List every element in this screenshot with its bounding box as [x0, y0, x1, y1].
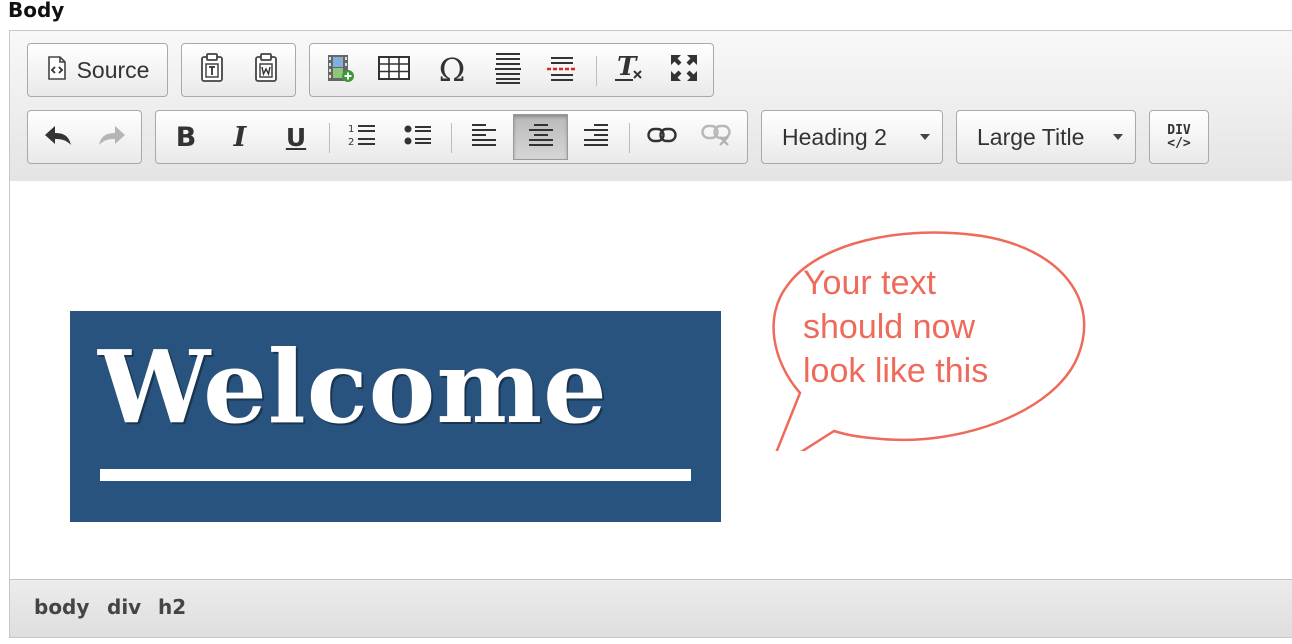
- editor-content-area[interactable]: Welcome Your text should now look like t…: [10, 181, 1292, 581]
- callout-line: look like this: [803, 352, 989, 390]
- heading-underline: [100, 469, 691, 481]
- path-item-div[interactable]: div: [107, 595, 141, 619]
- unlink-icon: [701, 123, 731, 152]
- toolbar-group-div: DIV </>: [1149, 110, 1209, 164]
- page-break-button[interactable]: [538, 47, 586, 93]
- horizontal-rule-icon: [494, 51, 522, 90]
- source-button[interactable]: Source: [38, 47, 158, 93]
- align-center-icon: [528, 123, 554, 152]
- create-div-button[interactable]: DIV </>: [1155, 114, 1203, 160]
- callout-text: Your text should now look like this: [803, 261, 1043, 393]
- chevron-down-icon: [920, 134, 930, 140]
- toolbar-group-insert: Ω T: [309, 43, 714, 97]
- undo-icon: [43, 123, 73, 152]
- styles-combo-value: Large Title: [977, 123, 1085, 150]
- omega-icon: Ω: [438, 51, 466, 89]
- bold-button[interactable]: B: [162, 114, 210, 160]
- insert-media-button[interactable]: [316, 47, 364, 93]
- insert-table-button[interactable]: [370, 47, 418, 93]
- paste-text-button[interactable]: [188, 47, 236, 93]
- code-brackets-icon: </>: [1167, 136, 1191, 151]
- numbered-list-icon: 12: [348, 122, 376, 153]
- styles-combo[interactable]: Large Title: [956, 110, 1136, 164]
- redo-icon: [97, 123, 127, 152]
- toolbar-separator: [329, 123, 330, 153]
- format-combo[interactable]: Heading 2: [761, 110, 943, 164]
- link-button[interactable]: [638, 114, 686, 160]
- editor-toolbar: Source Ω T B I U 1 2 Heading 2 Large Tit…: [10, 31, 1292, 182]
- rich-text-editor: Source Ω T B I U 1 2 Heading 2 Large Tit…: [9, 30, 1292, 638]
- toolbar-group-document: Source: [27, 43, 168, 97]
- source-button-label: Source: [76, 56, 150, 83]
- film-add-icon: [325, 53, 355, 88]
- heading-text: Welcome: [98, 328, 608, 446]
- numbered-list-button[interactable]: 12: [338, 114, 386, 160]
- remove-format-button[interactable]: T: [605, 47, 653, 93]
- redo-button[interactable]: [88, 114, 136, 160]
- table-icon: [378, 55, 410, 85]
- svg-text:1: 1: [348, 124, 354, 135]
- align-center-button[interactable]: [513, 114, 568, 160]
- format-combo-value: Heading 2: [782, 123, 887, 150]
- heading-block: Welcome: [70, 311, 721, 522]
- italic-icon: I: [233, 121, 247, 153]
- bulleted-list-button[interactable]: [394, 114, 442, 160]
- chevron-down-icon: [1113, 134, 1123, 140]
- unlink-button[interactable]: [692, 114, 740, 160]
- toolbar-group-formatting: B I U 12: [155, 110, 748, 164]
- toolbar-group-clipboard: [181, 43, 296, 97]
- bold-icon: B: [175, 121, 197, 153]
- underline-icon: U: [285, 122, 307, 152]
- page-break-icon: [545, 54, 579, 87]
- align-left-button[interactable]: [460, 114, 508, 160]
- horizontal-line-button[interactable]: [484, 47, 532, 93]
- paste-word-icon: [253, 52, 279, 88]
- paste-text-icon: [199, 52, 225, 88]
- path-item-h2[interactable]: h2: [158, 595, 186, 619]
- bulleted-list-icon: [404, 123, 432, 152]
- toolbar-separator: [629, 123, 630, 153]
- italic-button[interactable]: I: [216, 114, 264, 160]
- maximize-button[interactable]: [660, 47, 708, 93]
- toolbar-separator: [451, 123, 452, 153]
- field-label: Body: [8, 0, 65, 22]
- maximize-icon: [669, 53, 699, 88]
- underline-button[interactable]: U: [272, 114, 320, 160]
- toolbar-group-history: [27, 110, 142, 164]
- special-character-button[interactable]: Ω: [428, 47, 476, 93]
- callout-line: should now: [803, 308, 976, 346]
- toolbar-separator: [596, 56, 597, 86]
- paste-from-word-button[interactable]: [242, 47, 290, 93]
- callout-line: Your text: [803, 264, 936, 302]
- link-icon: [647, 126, 677, 149]
- source-icon: [47, 55, 67, 85]
- svg-text:2: 2: [348, 137, 354, 148]
- element-path-bar: body div h2: [10, 579, 1292, 637]
- align-right-button[interactable]: [572, 114, 620, 160]
- align-right-icon: [583, 123, 609, 152]
- clear-format-icon: T: [613, 52, 645, 88]
- undo-button[interactable]: [34, 114, 82, 160]
- align-left-icon: [471, 123, 497, 152]
- path-item-body[interactable]: body: [34, 595, 89, 619]
